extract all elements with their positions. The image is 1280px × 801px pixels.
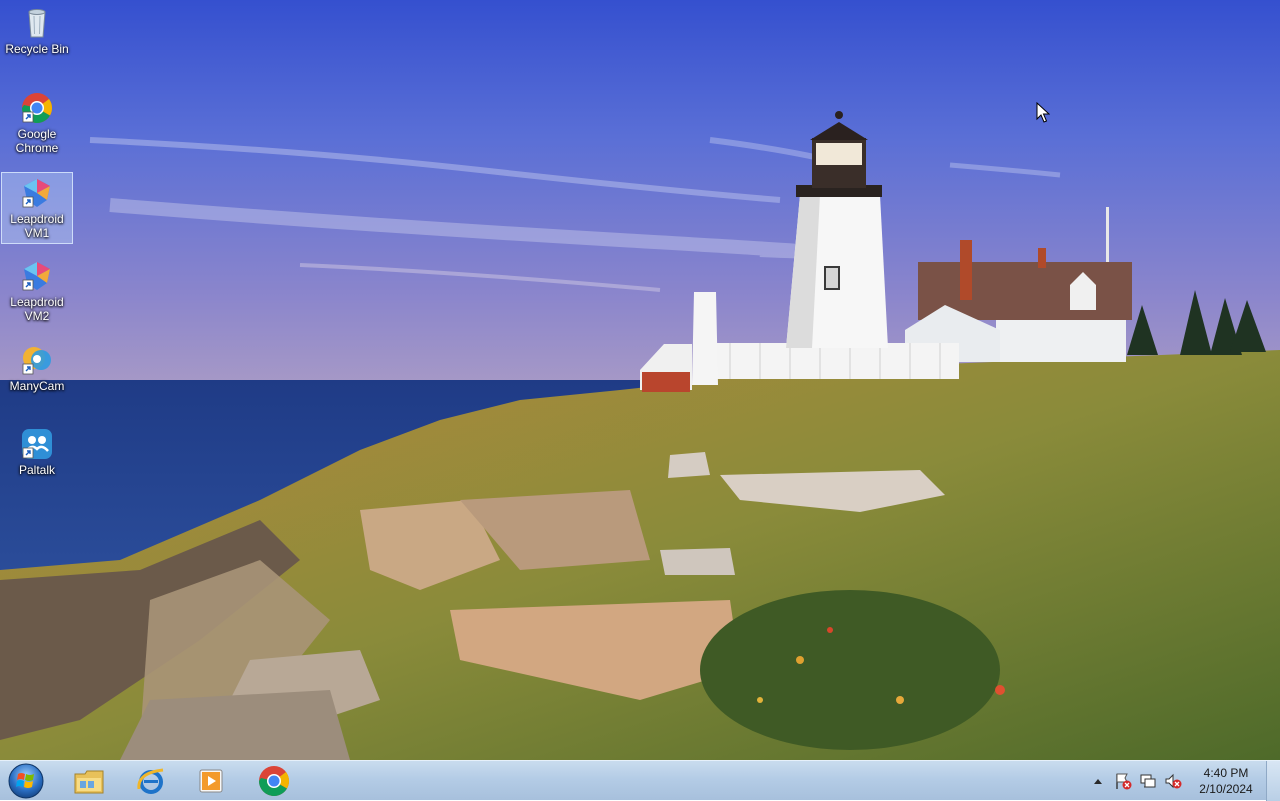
desktop-icon-recycle-bin[interactable]: Recycle Bin	[1, 3, 73, 75]
system-tray: 4:40 PM 2/10/2024	[1084, 761, 1260, 801]
desktop-icon-label: Recycle Bin	[5, 42, 69, 56]
taskbar-internet-explorer[interactable]	[122, 761, 180, 801]
windows-orb-icon	[8, 763, 44, 799]
desktop-icon-paltalk[interactable]: Paltalk	[1, 424, 73, 496]
show-desktop-button[interactable]	[1266, 761, 1280, 801]
internet-explorer-icon	[137, 768, 164, 794]
desktop-icon-label: Leapdroid VM1	[10, 212, 64, 240]
desktop-icon-leapdroid-vm2[interactable]: Leapdroid VM2	[1, 256, 73, 328]
show-hidden-icons-button[interactable]	[1087, 770, 1109, 792]
taskbar-file-explorer[interactable]	[60, 761, 118, 801]
desktop-icon-label: Leapdroid VM2	[10, 295, 64, 323]
desktop-icon-manycam[interactable]: ManyCam	[1, 340, 73, 412]
volume-muted-icon	[1165, 773, 1182, 789]
paltalk-icon	[22, 429, 52, 459]
mouse-cursor-icon	[1036, 102, 1050, 123]
taskbar-clock[interactable]: 4:40 PM 2/10/2024	[1192, 765, 1260, 797]
volume-button[interactable]	[1162, 770, 1184, 792]
manycam-icon	[22, 347, 51, 375]
desktop-icon-leapdroid-vm1[interactable]: Leapdroid VM1	[1, 172, 73, 244]
media-player-icon	[199, 769, 223, 793]
network-icon	[1140, 774, 1156, 788]
start-button[interactable]	[4, 761, 48, 801]
taskbar: 4:40 PM 2/10/2024	[0, 760, 1280, 801]
recycle-bin-icon	[28, 9, 46, 38]
action-center-flag-icon	[1116, 773, 1132, 790]
leapdroid-icon	[22, 179, 50, 208]
taskbar-media-player[interactable]	[182, 761, 240, 801]
taskbar-google-chrome[interactable]	[245, 761, 303, 801]
wallpaper-image	[0, 0, 1280, 760]
show-hidden-icons-icon	[1094, 779, 1102, 784]
file-explorer-icon	[74, 770, 104, 794]
desktop-icon-label: Paltalk	[18, 463, 56, 477]
chrome-icon	[21, 93, 53, 124]
clock-time: 4:40 PM	[1203, 766, 1249, 780]
network-button[interactable]	[1137, 770, 1159, 792]
chrome-icon	[259, 766, 289, 797]
action-center-button[interactable]	[1112, 770, 1134, 792]
desktop[interactable]: Recycle Bin Google Chrome Leapdroid VM1 …	[0, 0, 1280, 760]
desktop-icon-label: ManyCam	[9, 379, 65, 393]
leapdroid-icon	[22, 262, 50, 291]
desktop-icon-label: Google Chrome	[15, 127, 59, 155]
clock-date: 2/10/2024	[1199, 782, 1253, 796]
desktop-icon-google-chrome[interactable]: Google Chrome	[1, 88, 73, 160]
